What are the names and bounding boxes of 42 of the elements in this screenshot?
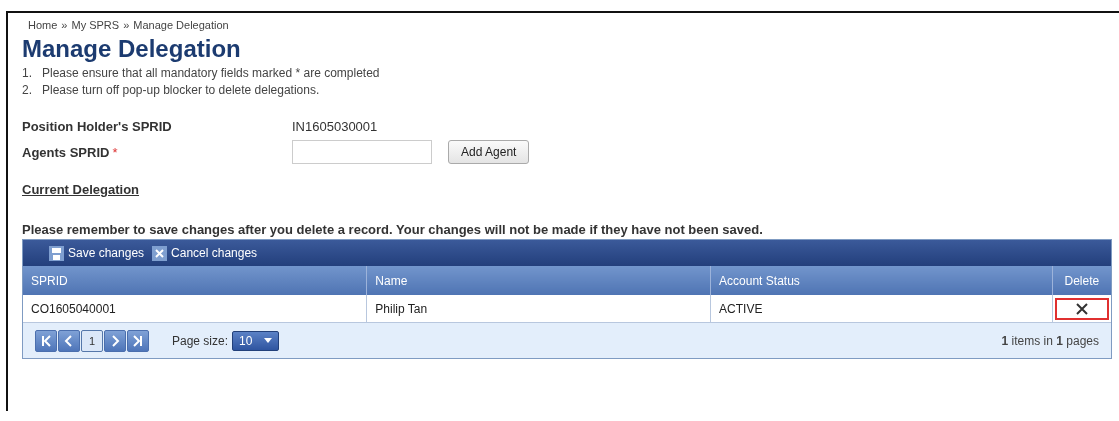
next-page-button[interactable] bbox=[104, 329, 126, 352]
table-cell: ACTIVE bbox=[710, 295, 1053, 322]
cancel-changes-button[interactable]: Cancel changes bbox=[152, 245, 258, 261]
first-page-button[interactable] bbox=[35, 329, 57, 352]
breadcrumb-link[interactable]: My SPRS bbox=[71, 19, 120, 31]
list-number: 2. bbox=[22, 82, 33, 99]
add-agent-button[interactable]: Add Agent bbox=[448, 140, 530, 164]
field-label: Agents SPRID bbox=[22, 144, 110, 160]
breadcrumb-link[interactable]: Home bbox=[28, 19, 58, 31]
page-number-button[interactable]: 1 bbox=[81, 329, 103, 352]
input-field[interactable] bbox=[292, 140, 432, 164]
breadcrumb-separator: » bbox=[61, 19, 68, 31]
pager-summary: 1 items in 1 pages bbox=[1001, 333, 1099, 348]
delete-button[interactable] bbox=[1054, 297, 1109, 320]
breadcrumb-separator: » bbox=[123, 19, 130, 31]
save-changes-button[interactable]: Save changes bbox=[49, 245, 145, 261]
column-header[interactable]: Name bbox=[366, 266, 711, 295]
list-number: 1. bbox=[22, 65, 33, 82]
instruction-text: Please ensure that all mandatory fields marked * are completed bbox=[42, 65, 380, 82]
caret-icon bbox=[264, 338, 273, 343]
page-size-dropdown[interactable]: 10 bbox=[232, 330, 280, 351]
column-header[interactable]: SPRID bbox=[23, 266, 367, 295]
field-label: Position Holder's SPRID bbox=[22, 119, 173, 134]
instruction-text: Please turn off pop-up blocker to delete delegations. bbox=[42, 82, 320, 99]
notice-text: Please remember to save changes after you delete a record. Your changes will not be made if they have not been saved. bbox=[22, 222, 764, 237]
breadcrumb-link[interactable]: Manage Delegation bbox=[133, 19, 229, 31]
table-cell: CO1605040001 bbox=[23, 295, 367, 322]
close-icon bbox=[152, 245, 168, 261]
prev-page-button[interactable] bbox=[58, 329, 80, 352]
save-icon bbox=[49, 245, 64, 261]
page-size-label: Page size: bbox=[172, 333, 229, 348]
required-mark: * bbox=[112, 144, 118, 160]
last-page-button[interactable] bbox=[127, 329, 149, 352]
column-header[interactable]: Account Status bbox=[710, 266, 1053, 295]
table-cell: Philip Tan bbox=[366, 295, 711, 322]
column-header[interactable]: Delete bbox=[1052, 266, 1111, 295]
page-title: Manage Delegation bbox=[22, 35, 242, 63]
skip-arrow-icon bbox=[39, 333, 53, 348]
skip-arrow-icon bbox=[131, 333, 145, 348]
field-value: IN1605030001 bbox=[292, 119, 379, 134]
section-title: Current Delegation bbox=[22, 182, 139, 197]
close-icon bbox=[1075, 302, 1088, 315]
